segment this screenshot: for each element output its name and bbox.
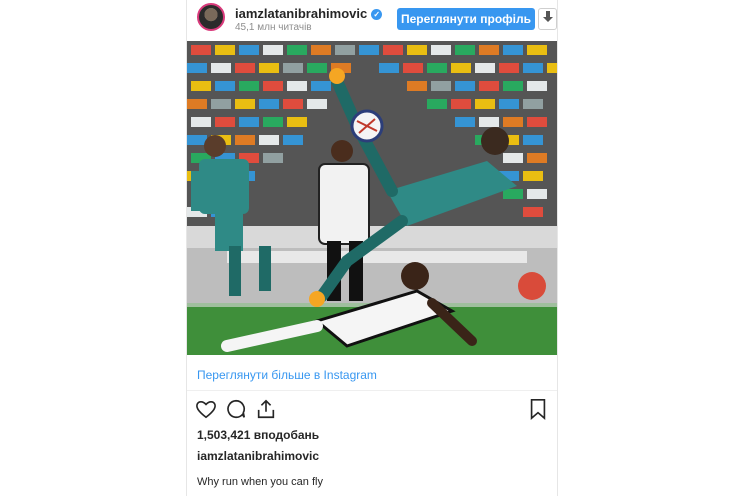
like-count: 1,503,421 вподобань [197, 428, 320, 442]
view-profile-button[interactable]: Переглянути профіль [397, 8, 535, 30]
username-text: iamzlatanibrahimovic [235, 6, 368, 21]
post-photo[interactable] [187, 41, 557, 355]
heart-icon[interactable] [195, 398, 217, 425]
share-icon[interactable] [255, 398, 277, 425]
bookmark-icon[interactable] [528, 398, 548, 425]
divider [187, 390, 557, 391]
avatar[interactable] [197, 3, 225, 31]
instagram-embed: iamzlatanibrahimovic ✓ 45,1 млн читачів П… [186, 0, 558, 496]
post-header: iamzlatanibrahimovic ✓ 45,1 млн читачів П… [187, 0, 557, 40]
download-icon[interactable] [538, 8, 557, 30]
username-link[interactable]: iamzlatanibrahimovic ✓ [235, 6, 383, 21]
caption-text: Why run when you can fly [197, 476, 323, 488]
action-bar [195, 398, 549, 422]
caption-username[interactable]: iamzlatanibrahimovic [197, 449, 319, 463]
comment-icon[interactable] [225, 398, 247, 425]
verified-badge-icon: ✓ [371, 9, 383, 20]
follower-count: 45,1 млн читачів [235, 22, 312, 33]
see-more-link[interactable]: Переглянути більше в Instagram [197, 368, 377, 382]
